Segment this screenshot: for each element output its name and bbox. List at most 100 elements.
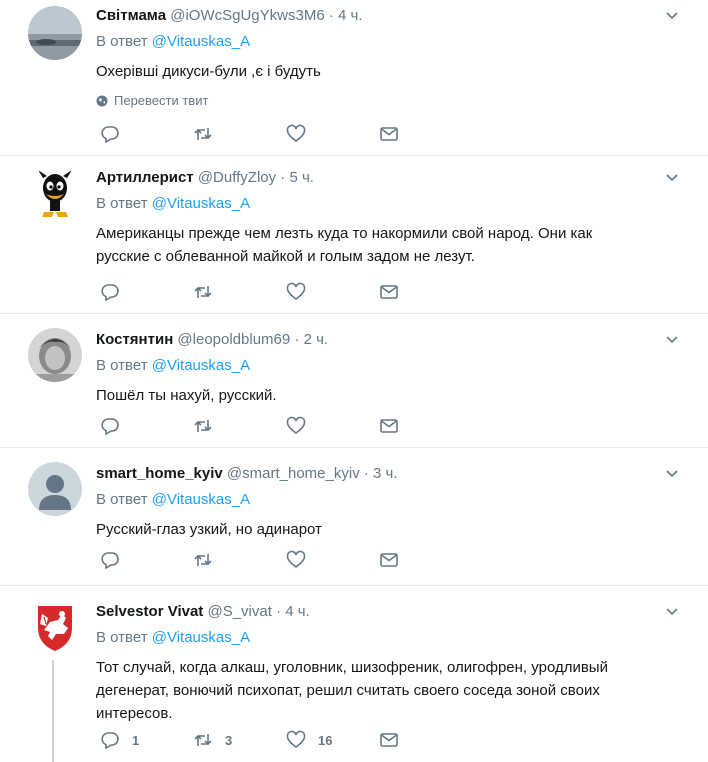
envelope-icon [380,285,398,299]
chevron-down-icon[interactable] [664,170,680,186]
user-handle[interactable]: @leopoldblum69 [177,331,290,348]
reply-mention-link[interactable]: @Vitauskas_A [152,357,250,374]
timestamp[interactable]: 4 ч. [285,603,310,620]
chevron-down-icon[interactable] [664,8,680,24]
like-count: 16 [318,732,333,748]
reply-context: В ответ @Vitauskas_A [96,629,251,646]
direct-message-button[interactable] [379,124,472,144]
thread-line [52,660,54,762]
display-name[interactable]: Selvestor Vivat [96,603,203,620]
user-handle[interactable]: @DuffyZloy [198,169,276,186]
retweet-button[interactable]: 3 [193,730,286,750]
tweet-text-line: интересов. [96,705,173,722]
display-name[interactable]: Костянтин [96,331,173,348]
reply-button[interactable] [100,550,193,570]
reply-button[interactable] [100,282,193,302]
globe-icon [96,95,108,106]
tweet-text-line: Американцы прежде чем лезть куда то нако… [96,225,593,242]
avatar[interactable] [28,166,82,220]
tweet-text: Охерівші дикуси-були ,є і будуть [96,63,321,80]
separator: · [276,603,282,620]
avatar[interactable] [28,462,82,516]
avatar[interactable] [28,328,82,382]
separator: · [280,169,286,186]
reply-mention-link[interactable]: @Vitauskas_A [152,629,250,646]
retweet-button[interactable] [193,282,286,302]
reply-mention-link[interactable]: @Vitauskas_A [152,33,250,50]
separator: · [328,7,334,24]
reply-icon [101,552,119,570]
direct-message-button[interactable] [379,416,472,436]
heart-icon [286,282,306,300]
retweet-icon [194,420,212,432]
direct-message-button[interactable] [379,730,472,750]
translate-label[interactable]: Перевести твит [114,93,208,108]
envelope-icon [380,733,398,747]
envelope-icon [380,419,398,433]
tweet-text: Русский-глаз узкий, но адинарот [96,521,322,538]
direct-message-button[interactable] [379,282,472,302]
display-name[interactable]: Артиллерист [96,169,194,186]
separator: · [294,331,300,348]
retweet-count: 3 [225,732,233,748]
user-handle[interactable]: @smart_home_kyiv [227,465,360,482]
retweet-icon [194,128,212,140]
tweet-text: Американцы прежде чем лезть куда то нако… [96,222,688,268]
retweet-icon [194,734,212,746]
tweet-text-line: дегенерат, вонючий психопат, решил счита… [96,682,600,699]
timestamp[interactable]: 5 ч. [289,169,314,186]
tweet-actions [100,282,472,302]
retweet-icon [194,554,212,566]
envelope-icon [380,127,398,141]
tweet-text-line: Тот случай, когда алкаш, уголовник, шизо… [96,659,608,676]
user-handle[interactable]: @iOWcSgUgYkws3M6 [170,7,324,24]
timestamp[interactable]: 3 ч. [373,465,398,482]
retweet-button[interactable] [193,124,286,144]
reply-icon [101,284,119,302]
translate-tweet-link[interactable]: Перевести твит [96,93,688,108]
like-button[interactable] [286,550,379,570]
retweet-button[interactable] [193,550,286,570]
tweet-text: Тот случай, когда алкаш, уголовник, шизо… [96,656,688,725]
heart-icon [286,416,306,434]
like-button[interactable] [286,282,379,302]
user-handle[interactable]: @S_vivat [207,603,271,620]
reply-context: В ответ @Vitauskas_A [96,357,251,374]
chevron-down-icon[interactable] [664,604,680,620]
retweet-icon [194,286,212,298]
heart-icon [286,550,306,568]
display-name[interactable]: Світмама [96,7,166,24]
reply-context: В ответ @Vitauskas_A [96,195,251,212]
tweet-4[interactable]: smart_home_kyiv @smart_home_kyiv · 3 ч. … [0,448,708,586]
chevron-down-icon[interactable] [664,332,680,348]
chevron-down-icon[interactable] [664,466,680,482]
reply-icon [101,418,119,436]
heart-icon [286,124,306,142]
reply-icon [101,126,119,144]
like-button[interactable]: 16 [286,730,379,750]
tweet-actions [100,416,472,436]
direct-message-button[interactable] [379,550,472,570]
tweet-5[interactable]: Selvestor Vivat @S_vivat · 4 ч. В ответ … [0,586,708,762]
separator: · [363,465,369,482]
avatar[interactable] [28,6,82,60]
like-button[interactable] [286,124,379,144]
tweet-text-line: русские с облеванной майкой и голым задо… [96,248,475,265]
retweet-button[interactable] [193,416,286,436]
reply-context: В ответ @Vitauskas_A [96,491,251,508]
like-button[interactable] [286,416,379,436]
timestamp[interactable]: 2 ч. [304,331,329,348]
reply-mention-link[interactable]: @Vitauskas_A [152,195,250,212]
tweet-1[interactable]: Світмама @iOWcSgUgYkws3M6 · 4 ч. В ответ… [0,0,708,156]
avatar[interactable] [28,600,82,654]
reply-count: 1 [132,732,140,748]
tweet-2[interactable]: Артиллерист @DuffyZloy · 5 ч. В ответ @V… [0,156,708,314]
display-name[interactable]: smart_home_kyiv [96,465,223,482]
reply-button[interactable]: 1 [100,730,193,750]
reply-button[interactable] [100,124,193,144]
reply-context: В ответ @Vitauskas_A [96,33,251,50]
reply-button[interactable] [100,416,193,436]
reply-mention-link[interactable]: @Vitauskas_A [152,491,250,508]
tweet-3[interactable]: Костянтин @leopoldblum69 · 2 ч. В ответ … [0,314,708,448]
timestamp[interactable]: 4 ч. [338,7,363,24]
